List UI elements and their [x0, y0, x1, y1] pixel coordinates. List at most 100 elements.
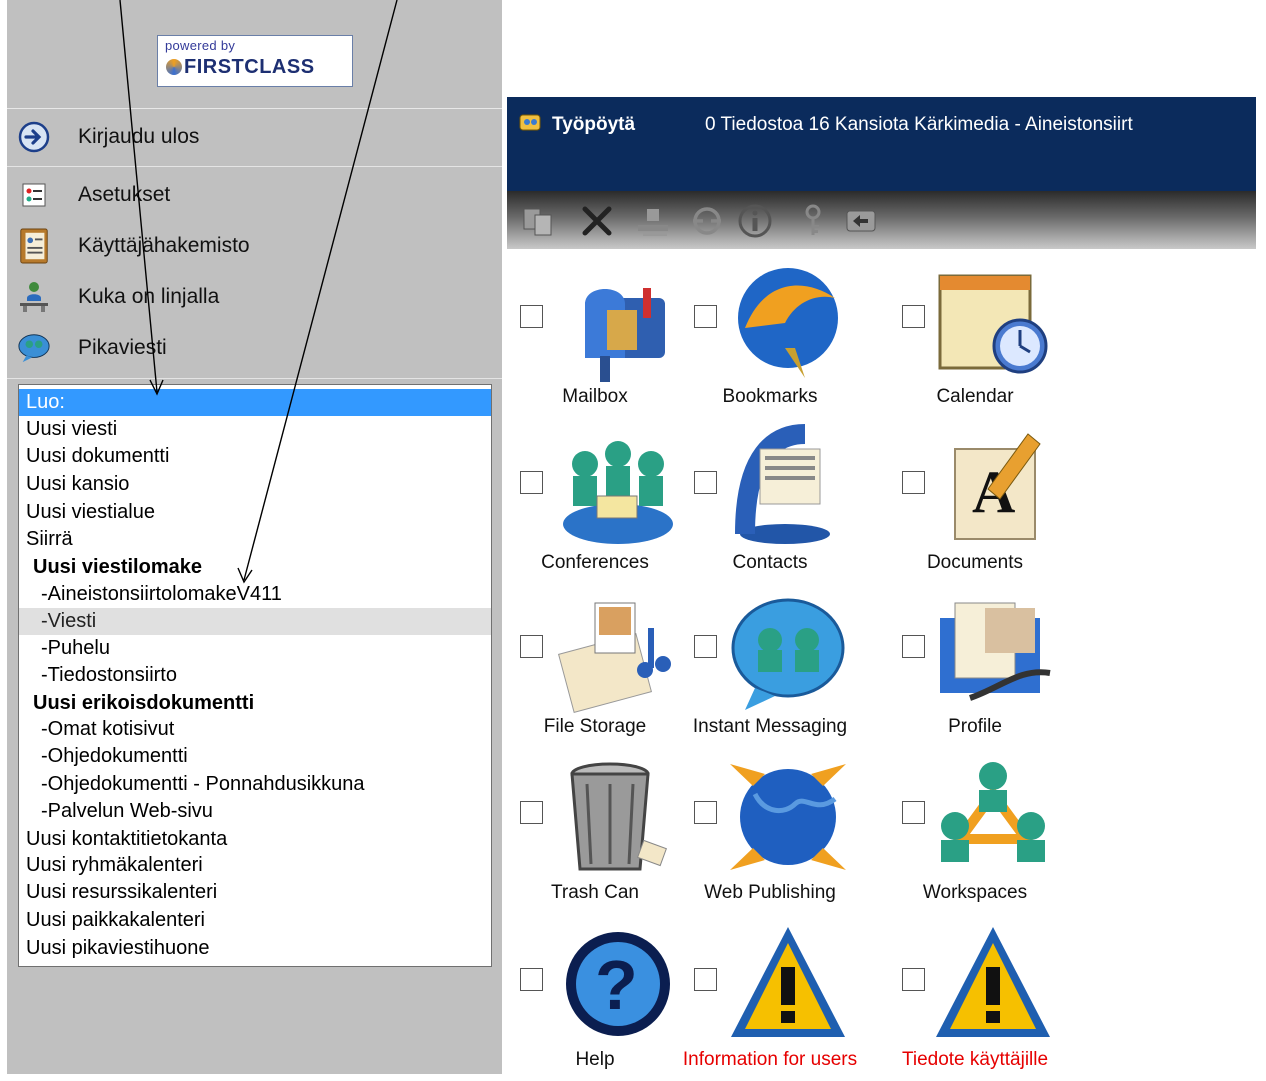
- listbox-group-header[interactable]: Uusi viestilomake: [19, 554, 491, 581]
- sidebar-item-who-is-online[interactable]: Kuka on linjalla: [7, 272, 502, 322]
- listbox-option[interactable]: -Ohjedokumentti: [19, 743, 491, 770]
- listbox-option[interactable]: Uusi kontaktitietokanta: [19, 826, 491, 853]
- desktop-item-file-storage[interactable]: File Storage: [505, 588, 685, 748]
- reply-icon[interactable]: [843, 203, 879, 239]
- listbox-option[interactable]: Uusi viesti: [19, 416, 491, 443]
- desktop-item-conferences[interactable]: Conferences: [505, 424, 685, 584]
- desktop-item-label: Workspaces: [922, 882, 1028, 903]
- desktop-item-label: Documents: [926, 552, 1024, 573]
- desktop-item-bookmarks[interactable]: Bookmarks: [680, 258, 860, 418]
- desktop-item-mailbox[interactable]: Mailbox: [505, 258, 685, 418]
- desktop-item-warning[interactable]: Tiedote käyttäjille: [885, 921, 1065, 1081]
- conferences-icon[interactable]: [555, 424, 681, 550]
- select-checkbox[interactable]: [520, 801, 543, 824]
- upload-icon[interactable]: [635, 203, 671, 239]
- listbox-option[interactable]: -Omat kotisivut: [19, 716, 491, 743]
- sidebar-item-label: Kirjaudu ulos: [78, 125, 200, 148]
- listbox-option[interactable]: -Palvelun Web-sivu: [19, 798, 491, 825]
- instant-message-icon: [17, 331, 51, 365]
- profile-icon[interactable]: [930, 588, 1056, 714]
- desktop-status: 0 Tiedostoa 16 Kansiota Kärkimedia - Ain…: [705, 114, 1133, 135]
- listbox-option[interactable]: -Ohjedokumentti - Ponnahdusikkuna: [19, 771, 491, 798]
- key-icon[interactable]: [795, 203, 831, 239]
- mailbox-icon[interactable]: [555, 258, 681, 384]
- workspaces-icon[interactable]: [930, 754, 1056, 880]
- sidebar-item-directory[interactable]: Käyttäjähakemisto: [7, 221, 502, 271]
- desktop-item-label: Instant Messaging: [692, 716, 848, 737]
- listbox-option[interactable]: -AineistonsiirtolomakeV411: [19, 581, 491, 608]
- select-checkbox[interactable]: [694, 471, 717, 494]
- documents-icon[interactable]: A: [930, 424, 1056, 550]
- listbox-option[interactable]: -Puhelu: [19, 635, 491, 662]
- select-checkbox[interactable]: [520, 968, 543, 991]
- listbox-option[interactable]: Uusi kansio: [19, 471, 491, 498]
- desktop-item-workspaces[interactable]: Workspaces: [885, 754, 1065, 914]
- logo-area: powered by FIRSTCLASS: [7, 12, 502, 109]
- sidebar-item-settings[interactable]: Asetukset: [7, 170, 502, 220]
- sidebar-item-instant-message[interactable]: Pikaviesti: [7, 323, 502, 373]
- sync-icon[interactable]: [689, 203, 725, 239]
- desktop-item-label: Web Publishing: [704, 882, 836, 903]
- desktop-item-label: Mailbox: [562, 386, 628, 407]
- select-checkbox[interactable]: [520, 305, 543, 328]
- desktop-item-profile[interactable]: Profile: [885, 588, 1065, 748]
- file-storage-icon[interactable]: [555, 588, 681, 714]
- divider: [7, 166, 502, 167]
- warning-icon[interactable]: [930, 921, 1056, 1047]
- listbox-option[interactable]: Uusi pikaviestihuone: [19, 935, 491, 962]
- listbox-option[interactable]: -Tiedostonsiirto: [19, 662, 491, 689]
- select-checkbox[interactable]: [694, 968, 717, 991]
- desktop-item-instant-messaging[interactable]: Instant Messaging: [680, 588, 860, 748]
- copy-icon[interactable]: [521, 203, 557, 239]
- listbox-option[interactable]: Uusi viestialue: [19, 499, 491, 526]
- desktop-item-web-publishing[interactable]: Web Publishing: [680, 754, 860, 914]
- desktop-item-contacts[interactable]: Contacts: [680, 424, 860, 584]
- powered-by-text: powered by: [165, 38, 236, 53]
- select-checkbox[interactable]: [694, 801, 717, 824]
- listbox-option[interactable]: Uusi paikkakalenteri: [19, 907, 491, 934]
- instant-messaging-icon[interactable]: [725, 588, 851, 714]
- desktop-item-trash-can[interactable]: Trash Can: [505, 754, 685, 914]
- listbox-option[interactable]: Luo:: [19, 389, 491, 416]
- desktop-item-label: Calendar: [936, 386, 1014, 407]
- calendar-icon[interactable]: [930, 258, 1056, 384]
- brand-name: FIRSTCLASS: [166, 56, 315, 79]
- web-publishing-icon[interactable]: [725, 754, 851, 880]
- info-icon[interactable]: [737, 203, 773, 239]
- trash-can-icon[interactable]: [555, 754, 681, 880]
- firstclass-swirl-icon: [166, 59, 182, 75]
- desktop-item-label: File Storage: [543, 716, 647, 737]
- bookmarks-icon[interactable]: [725, 258, 851, 384]
- select-checkbox[interactable]: [520, 471, 543, 494]
- create-new-listbox[interactable]: Luo: Uusi viesti Uusi dokumentti Uusi kansi…: [18, 384, 492, 967]
- desktop-icon: [519, 114, 541, 131]
- desktop-item-label: Bookmarks: [722, 386, 818, 407]
- listbox-option[interactable]: Uusi ryhmäkalenteri: [19, 852, 491, 879]
- desktop-item-warning[interactable]: Information for users: [680, 921, 860, 1081]
- listbox-option[interactable]: Uusi resurssikalenteri: [19, 879, 491, 906]
- select-checkbox[interactable]: [902, 968, 925, 991]
- select-checkbox[interactable]: [694, 635, 717, 658]
- delete-icon[interactable]: [579, 203, 615, 239]
- select-checkbox[interactable]: [902, 471, 925, 494]
- directory-icon: [17, 228, 51, 264]
- desktop-item-help[interactable]: ? Help: [505, 921, 685, 1081]
- listbox-group-header[interactable]: Uusi erikoisdokumentti: [19, 690, 491, 717]
- firstclass-logo[interactable]: powered by FIRSTCLASS: [157, 35, 353, 87]
- select-checkbox[interactable]: [902, 305, 925, 328]
- warning-icon[interactable]: [725, 921, 851, 1047]
- contacts-icon[interactable]: [725, 424, 851, 550]
- listbox-option[interactable]: Siirrä: [19, 526, 491, 553]
- listbox-option[interactable]: -Viesti: [19, 608, 491, 635]
- sidebar-item-logout[interactable]: Kirjaudu ulos: [7, 112, 502, 162]
- desktop-item-calendar[interactable]: Calendar: [885, 258, 1065, 418]
- help-icon[interactable]: ?: [555, 921, 681, 1047]
- desktop-item-label: Contacts: [732, 552, 808, 573]
- select-checkbox[interactable]: [902, 635, 925, 658]
- select-checkbox[interactable]: [520, 635, 543, 658]
- desktop-item-documents[interactable]: ADocuments: [885, 424, 1065, 584]
- desktop-item-label: Trash Can: [551, 882, 639, 903]
- select-checkbox[interactable]: [902, 801, 925, 824]
- select-checkbox[interactable]: [694, 305, 717, 328]
- listbox-option[interactable]: Uusi dokumentti: [19, 443, 491, 470]
